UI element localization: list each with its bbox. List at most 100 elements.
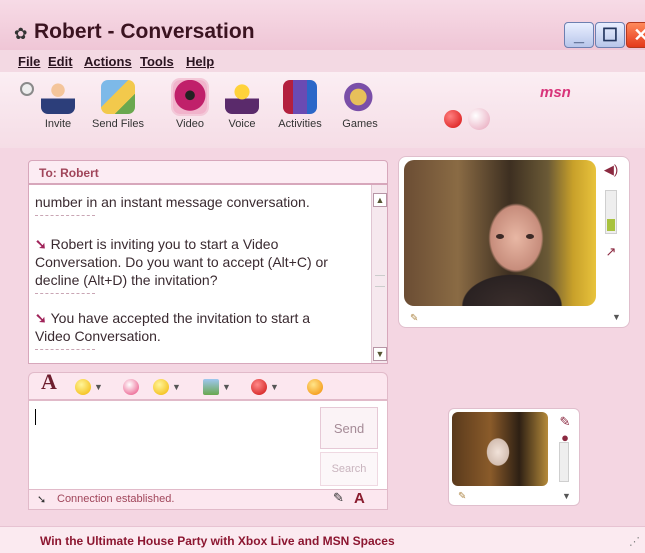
resize-grip-icon[interactable]: ⋰ <box>629 535 640 548</box>
divider <box>35 293 95 294</box>
games-button[interactable]: Games <box>330 80 390 130</box>
games-label: Games <box>342 118 378 130</box>
chevron-down-icon: ▼ <box>222 382 231 392</box>
message-line: Robert is inviting you to start a Video <box>50 236 279 252</box>
speaker-icon[interactable]: ◀) <box>602 162 620 177</box>
minimize-icon: _ <box>573 24 584 45</box>
close-icon: ✕ <box>633 24 645 45</box>
scroll-up-icon[interactable]: ▲ <box>373 193 387 207</box>
scroll-down-icon[interactable]: ▼ <box>373 347 387 361</box>
scroll-thumb[interactable] <box>375 275 385 287</box>
background-icon <box>203 379 219 395</box>
emoticon-button[interactable]: ▼ <box>75 377 103 397</box>
video-eye <box>526 234 534 239</box>
msn-butterfly-icon: ✿ <box>14 26 28 43</box>
voice-clip-icon <box>123 379 139 395</box>
wink-icon <box>153 379 169 395</box>
status-bar: ➘ Connection established. ✎ A <box>28 490 388 510</box>
pen-icon[interactable]: ✎ <box>556 414 574 429</box>
wink-button[interactable]: ▼ <box>153 377 181 397</box>
send-button[interactable]: Send <box>320 407 378 449</box>
connection-icon: ➘ <box>37 494 47 506</box>
status-red-icon <box>444 110 462 128</box>
maximize-button[interactable]: ☐ <box>595 22 625 48</box>
message-line: You have accepted the invitation to star… <box>50 310 311 326</box>
text-cursor <box>35 409 36 425</box>
close-button[interactable]: ✕ <box>626 22 645 48</box>
menu-actions[interactable]: Actions <box>84 54 132 69</box>
send-files-icon <box>101 80 135 114</box>
invitation-message: ➘ Robert is inviting you to start a Vide… <box>35 235 278 253</box>
menu-file[interactable]: File <box>18 54 40 69</box>
status-text: Connection established. <box>57 493 175 505</box>
message-line: number in an instant message conversatio… <box>35 194 310 210</box>
msn-logo: msn <box>540 84 571 101</box>
menu-tools[interactable]: Tools <box>140 54 174 69</box>
menu-edit[interactable]: Edit <box>48 54 73 69</box>
conversation-history[interactable]: number in an instant message conversatio… <box>28 184 388 364</box>
voice-label: Voice <box>228 118 256 130</box>
activities-button[interactable]: Activities <box>270 80 330 130</box>
expand-arrow-icon[interactable]: ↗ <box>602 244 620 259</box>
minimize-button[interactable]: _ <box>564 22 594 48</box>
menu-bar: File Edit Actions Tools Help <box>0 50 645 72</box>
divider <box>35 215 95 216</box>
nudge-button[interactable]: ▼ <box>251 377 279 397</box>
formatting-bar: A ▼ ▼ ▼ ▼ <box>28 369 388 400</box>
window-title: Robert - Conversation <box>34 20 255 43</box>
send-files-label: Send Files <box>92 118 144 130</box>
chevron-down-icon[interactable]: ▼ <box>562 491 571 501</box>
games-icon <box>343 80 377 114</box>
chevron-down-icon: ▼ <box>270 382 279 392</box>
title-bar: ✿ Robert - Conversation _ ☐ ✕ <box>0 0 645 50</box>
wink-extra-button[interactable] <box>307 377 323 397</box>
invitation-arrow-icon: ➘ <box>35 236 51 252</box>
advertisement-link[interactable]: Win the Ultimate House Party with Xbox L… <box>40 534 395 548</box>
emoticon-wink-icon <box>307 379 323 395</box>
search-button[interactable]: Search <box>320 452 378 486</box>
to-bar: To: Robert <box>28 160 388 184</box>
font-icon[interactable]: A <box>41 369 57 394</box>
video-button[interactable]: Video <box>160 80 220 130</box>
invite-label: Invite <box>44 118 72 130</box>
remote-video-controls: ◀) ↗ <box>602 160 626 320</box>
send-files-button[interactable]: Send Files <box>88 80 148 130</box>
local-video-controls: ✎ ● <box>556 412 576 502</box>
invite-people-icon <box>41 80 75 114</box>
activities-icon <box>283 80 317 114</box>
accepted-message: ➘ You have accepted the invitation to st… <box>35 309 310 327</box>
to-label: To: Robert <box>39 166 99 180</box>
conversation-scrollbar[interactable]: ▲ ▼ <box>371 185 387 363</box>
advertisement-bar: Win the Ultimate House Party with Xbox L… <box>0 526 645 553</box>
volume-meter[interactable] <box>605 190 617 234</box>
chevron-down-icon: ▼ <box>94 382 103 392</box>
video-options-icon[interactable]: ✎ <box>410 313 418 324</box>
invitation-arrow-icon: ➘ <box>35 310 51 326</box>
message-line: Conversation. Do you want to accept (Alt… <box>35 254 328 270</box>
message-line: decline (Alt+D) the invitation? <box>35 272 218 288</box>
chevron-down-icon: ▼ <box>172 382 181 392</box>
webcam-icon <box>173 80 207 114</box>
nudge-icon <box>251 379 267 395</box>
smiley-icon <box>75 379 91 395</box>
handwriting-icon[interactable]: ✎ <box>333 490 344 506</box>
voice-clip-button[interactable] <box>123 377 139 397</box>
divider <box>35 349 95 350</box>
chevron-down-icon[interactable]: ▼ <box>612 312 621 322</box>
mic-meter[interactable] <box>559 442 569 482</box>
invite-button[interactable]: Invite <box>28 80 88 130</box>
maximize-icon: ☐ <box>601 24 619 45</box>
volume-level <box>607 219 615 231</box>
menu-help[interactable]: Help <box>186 54 214 69</box>
local-video <box>452 412 548 486</box>
text-mode-icon[interactable]: A <box>354 490 365 507</box>
video-eye <box>496 234 504 239</box>
background-button[interactable]: ▼ <box>203 377 231 397</box>
message-line: Video Conversation. <box>35 328 161 344</box>
remote-video <box>404 160 596 306</box>
activities-label: Activities <box>278 118 322 130</box>
microphone-headset-icon <box>225 80 259 114</box>
webcam-settings-icon[interactable]: ✎ <box>458 491 466 502</box>
video-label: Video <box>176 118 204 130</box>
voice-button[interactable]: Voice <box>212 80 272 130</box>
